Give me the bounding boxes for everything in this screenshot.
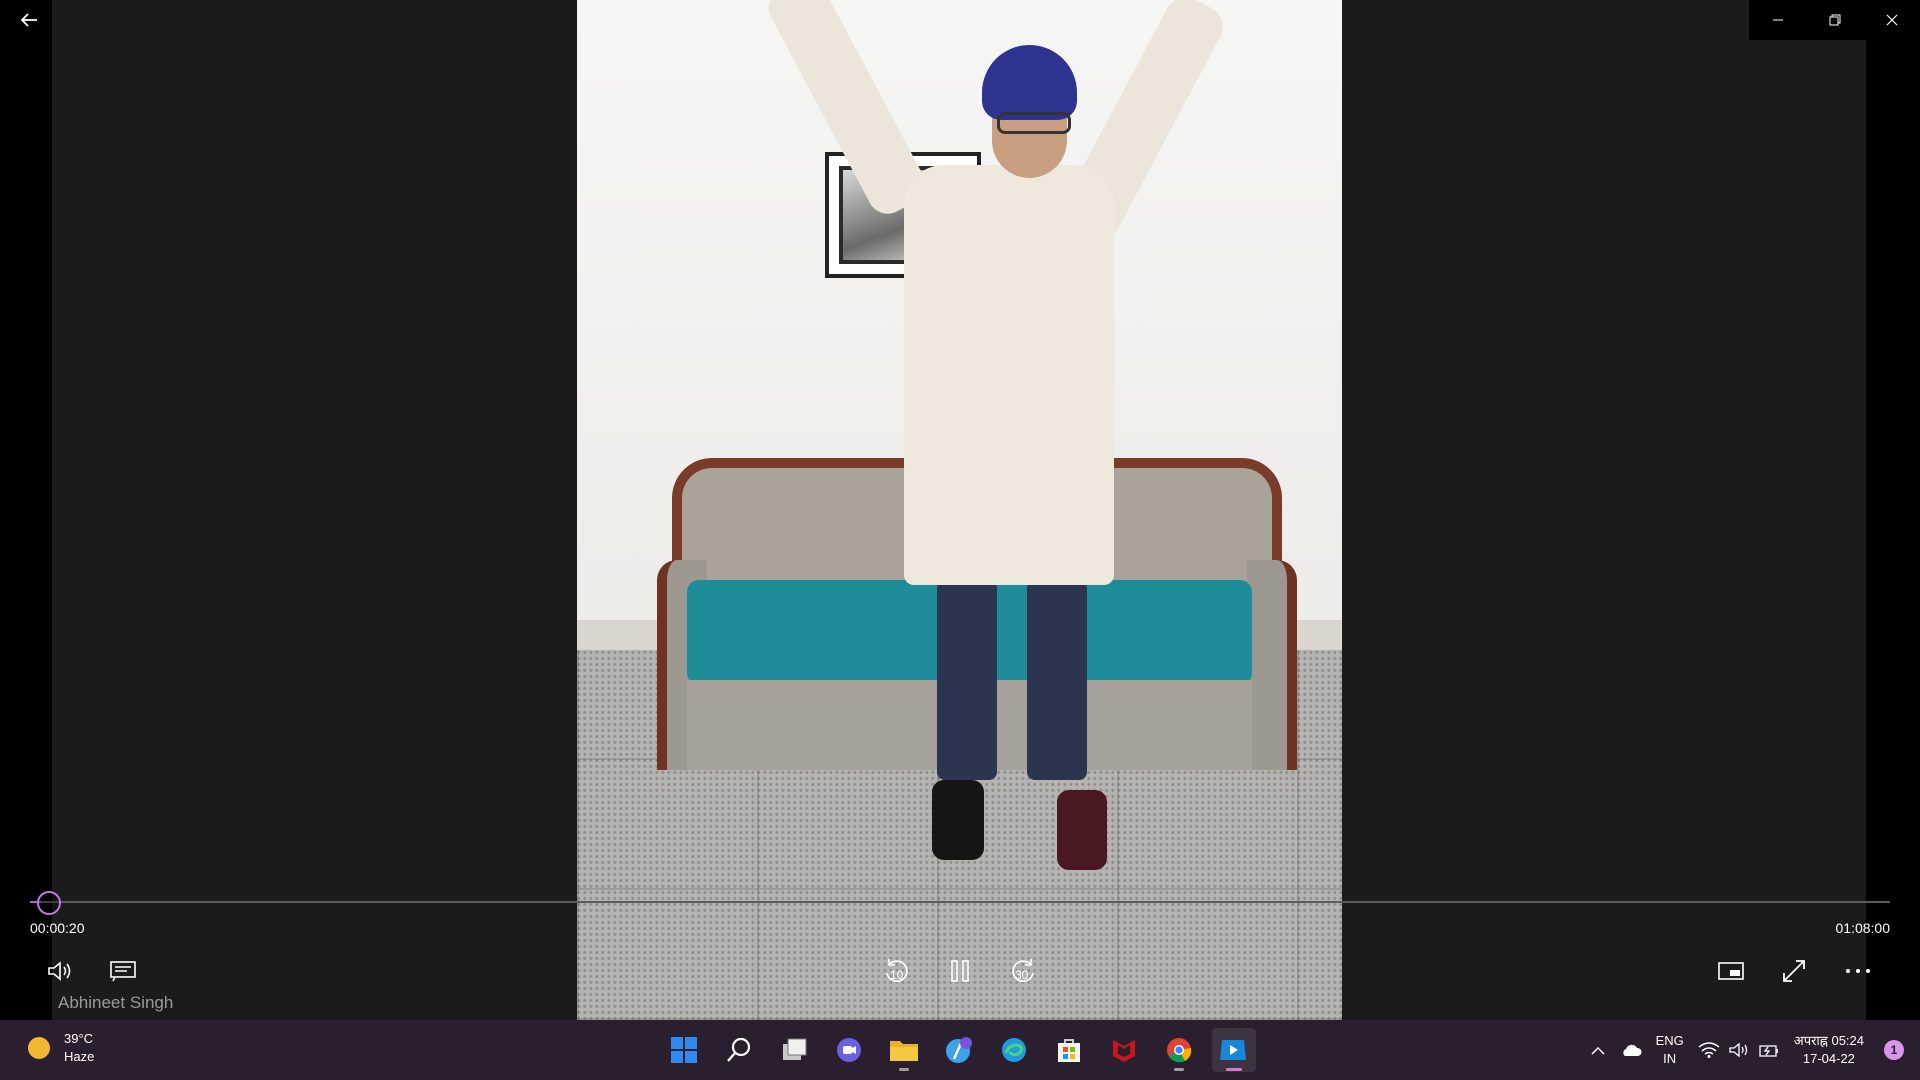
file-explorer-running-indicator	[899, 1068, 909, 1071]
fullscreen-icon	[1783, 960, 1805, 982]
captions-button[interactable]	[103, 955, 143, 987]
video-person-shoe-right	[1057, 790, 1107, 870]
chrome-icon	[1167, 1038, 1192, 1063]
music-button[interactable]	[937, 1028, 981, 1072]
mini-view-icon	[1718, 962, 1744, 980]
onedrive-button[interactable]	[1620, 1043, 1642, 1057]
weather-temp: 39°C	[64, 1031, 94, 1046]
letterbox-right	[1866, 0, 1920, 1020]
language-line2: IN	[1663, 1051, 1677, 1066]
media-player-active-indicator	[1226, 1068, 1242, 1071]
captions-icon	[110, 961, 136, 982]
search-button[interactable]	[717, 1028, 761, 1072]
skip-back-label: 10	[890, 968, 904, 982]
video-sofa-arm-right	[1247, 560, 1297, 770]
start-icon	[671, 1037, 697, 1063]
store-button[interactable]	[1047, 1028, 1091, 1072]
video-person-shoe-left	[932, 780, 984, 860]
task-view-icon	[783, 1038, 807, 1060]
restore-icon	[1829, 14, 1840, 26]
fullscreen-button[interactable]	[1774, 955, 1814, 987]
chat-button[interactable]	[827, 1028, 871, 1072]
minimize-icon	[1772, 19, 1783, 21]
weather-text: 39°C Haze	[64, 1030, 94, 1066]
system-tray: ENG IN अपराह्न 05:24 17-04-22 1	[1590, 1020, 1920, 1080]
skip-back-button[interactable]: 10	[877, 955, 917, 987]
wifi-icon	[1698, 1042, 1720, 1058]
seek-bar[interactable]	[30, 901, 1890, 903]
media-player-icon	[1220, 1040, 1246, 1060]
notification-badge[interactable]: 1	[1884, 1040, 1904, 1060]
start-button[interactable]	[662, 1028, 706, 1072]
restore-button[interactable]	[1806, 0, 1863, 40]
video-person-body	[904, 165, 1114, 585]
media-player-button[interactable]	[1212, 1028, 1256, 1072]
file-explorer-button[interactable]	[882, 1028, 926, 1072]
show-hidden-icons-button[interactable]	[1590, 1045, 1606, 1055]
taskbar-apps	[662, 1028, 1267, 1072]
chat-icon	[837, 1038, 861, 1062]
clock-date: 17-04-22	[1802, 1051, 1855, 1066]
backdrop-right	[1342, 0, 1866, 1020]
mini-view-button[interactable]	[1711, 955, 1751, 987]
minimize-button[interactable]	[1749, 0, 1806, 40]
pause-icon	[951, 960, 969, 982]
clock-time: अपराह्न 05:24	[1793, 1033, 1864, 1048]
backdrop-left	[52, 0, 577, 1020]
window-controls	[1749, 0, 1920, 40]
volume-button[interactable]	[40, 955, 80, 987]
task-view-button[interactable]	[772, 1028, 816, 1072]
back-arrow-icon	[20, 13, 37, 27]
search-icon	[727, 1037, 751, 1062]
media-player-window: 00:00:20 01:08:00 10 30 Abhineet Singh	[0, 0, 1920, 1020]
weather-widget[interactable]: 39°C Haze	[28, 1030, 94, 1066]
skip-forward-label: 30	[1015, 968, 1029, 982]
more-options-icon	[1846, 969, 1870, 973]
edge-icon	[1002, 1038, 1026, 1062]
video-person-leg-left	[937, 580, 997, 780]
skip-forward-button[interactable]: 30	[1003, 955, 1043, 987]
weather-sun-icon	[28, 1037, 50, 1059]
video-frame[interactable]	[577, 0, 1342, 1020]
battery-charging-icon	[1759, 1045, 1778, 1057]
video-person-glasses	[997, 112, 1071, 134]
chrome-button[interactable]	[1157, 1028, 1201, 1072]
close-button[interactable]	[1863, 0, 1920, 40]
music-icon	[946, 1037, 972, 1063]
chrome-running-indicator	[1174, 1068, 1184, 1071]
taskbar: 39°C Haze ENG IN अपराह्न 05:24 17-04-22 …	[0, 1020, 1920, 1080]
clock[interactable]: अपराह्न 05:24 17-04-22	[1794, 1032, 1864, 1068]
mcafee-button[interactable]	[1102, 1028, 1146, 1072]
close-icon	[1886, 14, 1897, 26]
pause-button[interactable]	[940, 955, 980, 987]
store-icon	[1058, 1039, 1080, 1062]
volume-icon	[48, 961, 71, 981]
back-button[interactable]	[10, 4, 48, 36]
chevron-up-icon	[1591, 1046, 1605, 1055]
seek-thumb[interactable]	[37, 891, 61, 915]
weather-desc: Haze	[64, 1049, 95, 1064]
quick-settings-button[interactable]	[1698, 1042, 1780, 1058]
video-person-leg-right	[1027, 580, 1087, 780]
video-person-legs	[937, 580, 1097, 780]
edge-button[interactable]	[992, 1028, 1036, 1072]
mcafee-icon	[1113, 1040, 1135, 1062]
file-explorer-icon	[890, 1041, 918, 1061]
cloud-icon	[1622, 1044, 1642, 1056]
video-title: Abhineet Singh	[58, 993, 174, 1012]
more-options-button[interactable]	[1838, 955, 1878, 987]
total-time: 01:08:00	[1835, 920, 1891, 936]
letterbox-left	[0, 0, 52, 1020]
current-time: 00:00:20	[30, 920, 85, 936]
speaker-icon	[1729, 1042, 1747, 1058]
language-line1: ENG	[1655, 1033, 1684, 1048]
language-indicator[interactable]: ENG IN	[1656, 1032, 1684, 1068]
